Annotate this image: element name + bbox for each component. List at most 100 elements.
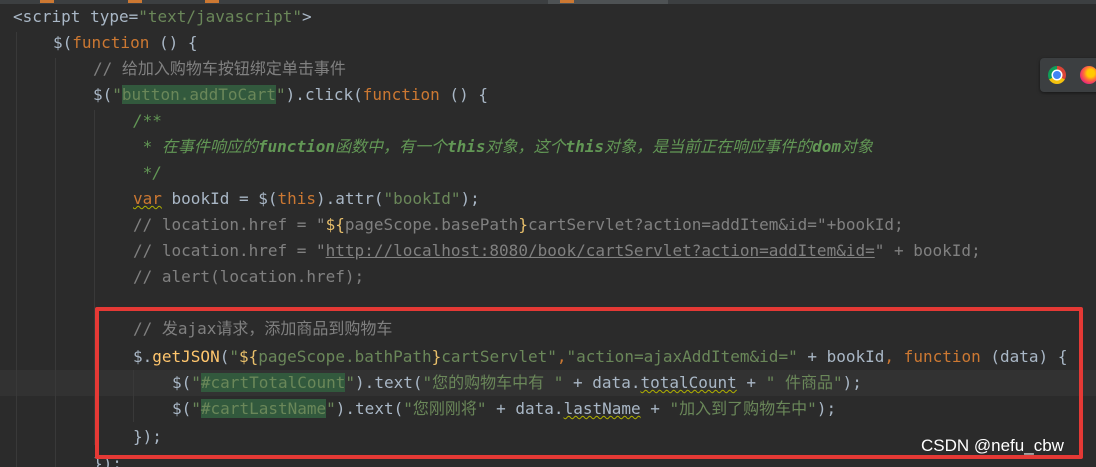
code-token: #cartTotalCount [200, 373, 346, 392]
code-line[interactable]: var bookId = $(this).attr("bookId"); [133, 186, 480, 212]
code-token: " [191, 399, 201, 418]
code-token: } [518, 215, 528, 234]
code-token: + bookId [797, 347, 885, 366]
code-token: this [565, 137, 605, 156]
code-line[interactable]: $("#cartLastName").text("您刚刚将" + data.la… [172, 396, 836, 422]
code-token: // location.href = " [133, 241, 326, 260]
chrome-icon[interactable] [1048, 66, 1066, 84]
code-line[interactable]: // location.href = "http://localhost:808… [133, 238, 981, 264]
code-token: function [257, 137, 335, 156]
code-token: (data) { [980, 347, 1068, 366]
code-token: function [894, 347, 981, 366]
code-line[interactable]: $.getJSON("${pageScope.bathPath}cartServ… [133, 344, 1067, 370]
code-token: ).click( [285, 85, 363, 104]
code-token: " + bookId; [874, 241, 981, 260]
code-token: $( [53, 33, 73, 52]
code-line[interactable]: // 发ajax请求，添加商品到购物车 [133, 316, 392, 342]
code-token: $( [172, 399, 192, 418]
code-link[interactable]: http://localhost:8080/book/cartServlet?a… [326, 241, 875, 260]
code-token: $( [93, 85, 113, 104]
code-token: () { [439, 85, 488, 104]
code-token: "您刚刚将" [403, 399, 487, 418]
code-token: lastName [563, 399, 641, 418]
code-line[interactable]: }); [93, 451, 122, 467]
browser-preview-toolbar [1040, 58, 1096, 92]
code-token: "您的购物车中有 " [422, 373, 564, 392]
code-token: dom [812, 137, 841, 156]
code-token: button.addToCart [121, 85, 277, 104]
code-token: 对象，是当前正在响应事件的 [604, 137, 813, 156]
indent-guide [133, 370, 134, 422]
code-line[interactable]: /** [133, 108, 162, 134]
code-token: () { [149, 33, 198, 52]
code-token: " 件商品" [765, 373, 843, 392]
firefox-icon[interactable] [1080, 66, 1096, 84]
code-token: , [884, 347, 895, 366]
code-token: totalCount [640, 373, 737, 392]
code-token: $. [133, 347, 153, 366]
code-token: + [736, 373, 766, 392]
code-token: }); [133, 427, 162, 446]
code-line[interactable]: <script type="text/javascript"> [13, 4, 312, 30]
code-token: ).text( [335, 399, 404, 418]
code-token: } [431, 347, 442, 366]
code-token: * 在事件响应的 [133, 137, 258, 156]
code-token: getJSON [152, 347, 220, 366]
code-token: // location.href = " [133, 215, 326, 234]
code-token: "加入到了购物车中" [669, 399, 817, 418]
code-line[interactable]: $("#cartTotalCount").text("您的购物车中有 " + d… [172, 370, 862, 396]
code-token: "text/javascript" [138, 7, 302, 26]
code-line[interactable]: }); [133, 424, 162, 450]
code-token: }); [93, 454, 122, 467]
code-token: " [191, 373, 201, 392]
code-token: + [640, 399, 670, 418]
watermark: CSDN @nefu_cbw [921, 436, 1064, 455]
code-token: */ [133, 163, 162, 182]
code-token: " [345, 373, 356, 392]
tab-marker [40, 0, 54, 3]
code-line[interactable]: // alert(location.href); [133, 264, 364, 290]
code-token: ); [842, 373, 862, 392]
code-token: this [277, 189, 317, 208]
code-token: function [362, 85, 440, 104]
code-token: $( [172, 373, 192, 392]
code-editor[interactable]: <script type="text/javascript"> $(functi… [0, 0, 1096, 467]
code-line[interactable]: */ [133, 160, 162, 186]
code-token: ).text( [355, 373, 423, 392]
code-token: pageScope.basePath [344, 215, 519, 234]
code-token: <script type= [13, 7, 139, 26]
tab-marker [128, 0, 142, 3]
code-token: #cartLastName [200, 399, 327, 418]
indent-guide [94, 110, 95, 445]
code-token: /** [133, 111, 162, 130]
code-token: function [72, 33, 150, 52]
code-token: 函数中，有一个 [334, 137, 447, 156]
code-line[interactable]: // location.href = "${pageScope.basePath… [133, 212, 904, 238]
code-line[interactable]: * 在事件响应的function函数中，有一个this对象，这个this对象，是… [133, 134, 873, 160]
code-token: ( [219, 347, 230, 366]
code-token: // 给加入购物车按钮绑定单击事件 [93, 59, 346, 78]
code-token: // 发ajax请求，添加商品到购物车 [133, 319, 393, 338]
code-token: cartServlet" [441, 347, 557, 366]
code-token: " [112, 85, 122, 104]
code-token: ${ [325, 215, 345, 234]
tab-marker [560, 0, 574, 3]
indent-guide [55, 58, 56, 467]
code-token: cartServlet?action=addItem&id="+bookId; [527, 215, 904, 234]
code-token: 对象 [840, 137, 873, 156]
code-line[interactable]: $("button.addToCart").click(function () … [93, 82, 488, 108]
code-token: " [326, 399, 336, 418]
code-line[interactable]: $(function () { [53, 30, 198, 56]
code-token: "action=ajaxAddItem&id=" [566, 347, 798, 366]
code-token: // alert(location.href); [133, 267, 365, 286]
code-token: var [133, 189, 162, 208]
code-token: bookId = $( [161, 189, 278, 208]
code-line[interactable]: // 给加入购物车按钮绑定单击事件 [93, 56, 346, 82]
code-token: " [276, 85, 286, 104]
code-token: ).attr( [316, 189, 384, 208]
code-token: this [446, 137, 486, 156]
code-token: "bookId" [383, 189, 461, 208]
code-token: , [556, 347, 567, 366]
code-token: " [229, 347, 239, 366]
code-token: > [302, 7, 312, 26]
